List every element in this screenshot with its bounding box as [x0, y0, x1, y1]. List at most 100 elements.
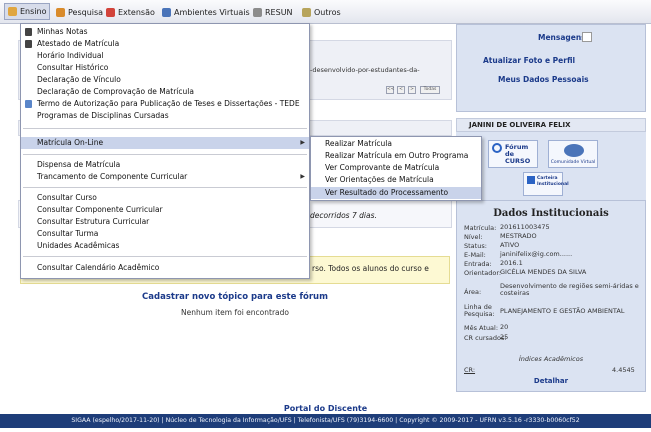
atualizar-foto-link[interactable]: Atualizar Foto e Perfil [483, 56, 575, 65]
menu-item-vinculo[interactable]: Declaração de Vínculo [21, 74, 309, 86]
field-value: PLANEJAMENTO E GESTÃO AMBIENTAL [500, 307, 625, 315]
carteira-label: Carteira Institucional [537, 176, 569, 187]
new-topic-link[interactable]: Cadastrar novo tópico para este fórum [0, 292, 470, 302]
menu-item-label: Consultar Curso [37, 193, 97, 202]
submenu-item-comprovante[interactable]: Ver Comprovante de Matrícula [311, 162, 481, 174]
menu-pesquisa[interactable]: Pesquisa [56, 4, 103, 20]
notes-icon [25, 28, 32, 36]
menu-item-calendario[interactable]: Consultar Calendário Acadêmico [21, 262, 309, 274]
menu-item-tede[interactable]: Termo de Autorização para Publicação de … [21, 98, 309, 110]
detalhar-link[interactable]: Detalhar [456, 377, 646, 385]
menu-item-label: Trancamento de Componente Curricular [37, 172, 188, 181]
field-label: Mês Atual: [464, 324, 499, 332]
field-label: Orientador: [464, 269, 502, 277]
field-value: 25 [500, 333, 509, 341]
comunidade-people-icon [564, 144, 584, 157]
forum-bubble-icon [492, 143, 502, 153]
menu-extensao[interactable]: Extensão [106, 4, 155, 20]
field-label: Status: [464, 242, 487, 250]
field-label: Linha de Pesquisa: [464, 303, 495, 318]
forum-curso-label: Fórum de CURSO [505, 143, 531, 165]
menu-item-label: Consultar Calendário Acadêmico [37, 263, 160, 272]
field-value: 2016.1 [500, 259, 523, 267]
footer-bar: SIGAA (espelho/2017-11-20) | Núcleo de T… [0, 414, 651, 428]
menu-item-label: Consultar Estrutura Curricular [37, 217, 150, 226]
menu-ensino-label: Ensino [20, 7, 47, 16]
submenu-item-orientacoes[interactable]: Ver Orientações de Matrícula [311, 174, 481, 186]
submenu-arrow-icon: ▶ [300, 139, 305, 146]
photo-placeholder-icon [582, 32, 592, 42]
menu-item-matricula-online[interactable]: Matrícula On-Line ▶ [21, 137, 309, 149]
mensagens-link[interactable]: Mensagens [538, 33, 586, 42]
submenu-item-label: Ver Comprovante de Matrícula [325, 163, 440, 172]
menu-item-programas[interactable]: Programas de Disciplinas Cursadas [21, 110, 309, 122]
document-icon [25, 40, 32, 48]
pager-first-button[interactable]: << [386, 86, 395, 94]
menu-item-consultar-estrutura[interactable]: Consultar Estrutura Curricular [21, 216, 309, 228]
menu-outros-label: Outros [314, 7, 341, 17]
menu-outros[interactable]: Outros [302, 4, 341, 20]
submenu-item-label: Realizar Matrícula em Outro Programa [325, 151, 469, 160]
menu-item-dispensa[interactable]: Dispensa de Matrícula [21, 159, 309, 171]
cr-value: 4.4545 [612, 366, 635, 374]
dados-title: Dados Institucionais [493, 208, 609, 219]
menu-ambientes-label: Ambientes Virtuais [174, 7, 250, 17]
comunidade-label: Comunidade Virtual [550, 160, 596, 165]
carteira-logo[interactable]: Carteira Institucional [523, 172, 569, 196]
menu-item-consultar-turma[interactable]: Consultar Turma [21, 228, 309, 240]
field-value: 201611003475 [500, 223, 550, 231]
field-value: ATIVO [500, 241, 520, 249]
decorridos-text: decorridos 7 dias. [310, 211, 377, 220]
menu-item-consultar-componente[interactable]: Consultar Componente Curricular [21, 204, 309, 216]
menu-item-comprovacao[interactable]: Declaração de Comprovação de Matrícula [21, 86, 309, 98]
menu-separator [23, 187, 307, 188]
field-label: Nível: [464, 233, 483, 241]
menu-item-label: Unidades Acadêmicas [37, 241, 120, 250]
menu-item-label: Minhas Notas [37, 27, 88, 36]
menu-item-label: Dispensa de Matrícula [37, 160, 121, 169]
menu-item-atestado[interactable]: Atestado de Matrícula [21, 38, 309, 50]
menu-item-label: Programas de Disciplinas Cursadas [37, 111, 169, 120]
submenu-item-resultado[interactable]: Ver Resultado do Processamento [311, 187, 481, 199]
meus-dados-link[interactable]: Meus Dados Pessoais [498, 75, 589, 84]
menu-item-historico[interactable]: Consultar Histórico [21, 62, 309, 74]
menu-resun[interactable]: RESUN [253, 4, 293, 20]
submenu-item-label: Realizar Matrícula [325, 139, 392, 148]
field-label: E-Mail: [464, 251, 486, 259]
menu-separator [23, 154, 307, 155]
menu-item-label: Matrícula On-Line [37, 138, 104, 147]
comunidade-virtual-logo[interactable]: Comunidade Virtual [548, 140, 598, 168]
forum-curso-logo[interactable]: Fórum de CURSO [488, 140, 538, 168]
menu-ensino[interactable]: Ensino [4, 3, 51, 20]
menu-item-horario[interactable]: Horário Individual [21, 50, 309, 62]
submenu-item-outro-programa[interactable]: Realizar Matrícula em Outro Programa [311, 150, 481, 162]
menu-separator [23, 256, 307, 257]
menu-item-label: Horário Individual [37, 51, 104, 60]
field-value: janinifelix@ig.com...... [500, 250, 573, 258]
menu-resun-label: RESUN [265, 7, 293, 17]
ambientes-icon [162, 7, 171, 17]
menu-item-label: Consultar Turma [37, 229, 99, 238]
field-label: Entrada: [464, 260, 492, 268]
menu-item-consultar-curso[interactable]: Consultar Curso [21, 192, 309, 204]
menu-ambientes[interactable]: Ambientes Virtuais [162, 4, 250, 20]
menu-item-label: Consultar Componente Curricular [37, 205, 163, 214]
menu-item-unidades[interactable]: Unidades Acadêmicas [21, 240, 309, 252]
field-value: GICÉLIA MENDES DA SILVA [500, 268, 587, 276]
top-menu-bar: Ensino Pesquisa Extensão Ambientes Virtu… [0, 0, 651, 24]
menu-pesquisa-label: Pesquisa [68, 7, 104, 17]
menu-item-minhas-notas[interactable]: Minhas Notas [21, 26, 309, 38]
pesquisa-icon [56, 7, 65, 17]
pager-prev-button[interactable]: < [397, 86, 405, 94]
pager-all-button[interactable]: Todas [420, 86, 440, 94]
outros-icon [302, 7, 311, 17]
submenu-item-label: Ver Orientações de Matrícula [325, 175, 434, 184]
pager-next-button[interactable]: > [408, 86, 416, 94]
menu-item-label: Consultar Histórico [37, 63, 109, 72]
submenu-item-realizar[interactable]: Realizar Matrícula [311, 138, 481, 150]
tede-icon [25, 100, 32, 108]
menu-item-trancamento[interactable]: Trancamento de Componente Curricular ▶ [21, 171, 309, 183]
menu-item-label: Declaração de Vínculo [37, 75, 121, 84]
portal-discente-link[interactable]: Portal do Discente [0, 404, 651, 413]
menu-separator [23, 128, 307, 129]
